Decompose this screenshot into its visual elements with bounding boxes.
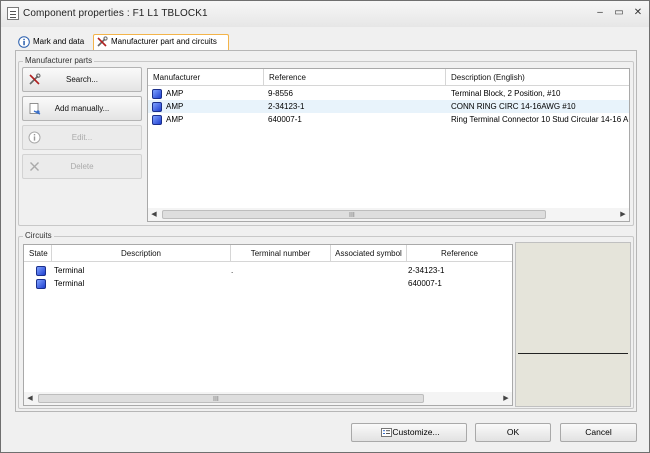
cell-reference: 9-8556 [268,89,293,98]
add-manually-button[interactable]: Add manually... [22,96,142,121]
document-icon [7,7,19,20]
scroll-right-arrow-icon[interactable]: ▶ [500,392,512,405]
cell-description: CONN RING CIRC 14-16AWG #10 [451,102,576,111]
cell-terminal-number [231,277,326,290]
column-header-state[interactable]: State [24,245,52,262]
column-header-reference[interactable]: Reference [407,245,512,262]
table-header: State Description Terminal number Associ… [24,245,512,262]
scroll-grip-icon: III [213,396,219,403]
scroll-right-arrow-icon[interactable]: ▶ [617,208,629,221]
scroll-grip-icon: III [349,212,355,219]
preview-symbol-line [518,353,628,354]
cell-description: Terminal Block, 2 Position, #10 [451,89,561,98]
manufacturer-parts-table[interactable]: Manufacturer Reference Description (Engl… [147,68,630,222]
cell-manufacturer: AMP [166,115,184,124]
scroll-thumb[interactable]: III [162,210,546,219]
column-header-associated-symbol[interactable]: Associated symbol [331,245,407,262]
column-header-description[interactable]: Description [52,245,231,262]
delete-icon [30,162,39,171]
tools-icon [97,36,108,47]
window-title: Component properties : F1 L1 TBLOCK1 [23,8,208,19]
group-label: Circuits [23,231,54,240]
component-properties-dialog: Component properties : F1 L1 TBLOCK1 – ▭… [0,0,650,453]
table-header: Manufacturer Reference Description (Engl… [148,69,629,86]
customize-button[interactable]: Customize... [351,423,467,442]
ok-button[interactable]: OK [475,423,551,442]
customize-icon [381,428,392,437]
column-header-terminal-number[interactable]: Terminal number [231,245,331,262]
scroll-left-arrow-icon[interactable]: ◀ [24,392,36,405]
cell-manufacturer: AMP [166,89,184,98]
table-row[interactable]: AMP 640007-1 Ring Terminal Connector 10 … [148,113,629,126]
delete-button[interactable]: Delete [22,154,142,179]
button-label: OK [506,427,520,437]
search-button[interactable]: Search... [22,67,142,92]
symbol-preview-panel [515,242,631,407]
table-row[interactable]: AMP 2-34123-1 CONN RING CIRC 14-16AWG #1… [148,100,629,113]
add-manual-icon [29,103,41,115]
maximize-button[interactable]: ▭ [612,6,626,20]
edit-button[interactable]: Edit... [22,125,142,150]
part-icon [152,102,162,112]
cell-description: Terminal [54,279,85,288]
scroll-thumb[interactable]: III [38,394,424,403]
column-header-reference[interactable]: Reference [264,69,446,86]
cell-reference: 2-34123-1 [268,102,305,111]
minimize-button[interactable]: – [593,6,607,20]
button-label: Edit... [71,133,93,142]
cell-associated-symbol [334,264,404,277]
tab-manufacturer-part-and-circuits[interactable]: Manufacturer part and circuits [93,34,229,50]
button-label: Delete [70,162,94,171]
circuit-state-icon [36,266,46,276]
cell-reference: 640007-1 [268,115,302,124]
column-header-description[interactable]: Description (English) [446,69,629,86]
button-label: Add manually... [54,104,110,113]
cell-description: Ring Terminal Connector 10 Stud Circular… [451,115,629,124]
button-label: Search... [65,75,98,84]
cell-associated-symbol [334,277,404,290]
table-row[interactable]: Terminal . 2-34123-1 [24,264,512,277]
tab-label: Manufacturer part and circuits [111,37,217,46]
horizontal-scrollbar[interactable]: ◀ III ▶ [24,392,512,405]
group-label: Manufacturer parts [23,56,95,65]
table-row[interactable]: AMP 9-8556 Terminal Block, 2 Position, #… [148,87,629,100]
close-button[interactable]: ✕ [631,6,645,20]
tab-label: Mark and data [33,37,85,46]
tools-icon [29,73,41,85]
cell-description: Terminal [54,266,85,275]
part-icon [152,89,162,99]
column-header-manufacturer[interactable]: Manufacturer [148,69,264,86]
circuits-table[interactable]: State Description Terminal number Associ… [23,244,513,406]
part-icon [152,115,162,125]
cancel-button[interactable]: Cancel [560,423,637,442]
info-icon [28,131,41,144]
circuit-state-icon [36,279,46,289]
table-row[interactable]: Terminal 640007-1 [24,277,512,290]
cell-reference: 640007-1 [408,279,442,288]
cell-terminal-number: . [231,266,234,275]
cell-reference: 2-34123-1 [408,266,445,275]
button-label: Cancel [585,427,612,437]
info-icon [18,36,30,48]
scroll-left-arrow-icon[interactable]: ◀ [148,208,160,221]
horizontal-scrollbar[interactable]: ◀ III ▶ [148,208,629,221]
title-bar[interactable]: Component properties : F1 L1 TBLOCK1 – ▭… [1,1,649,27]
tab-mark-and-data[interactable]: Mark and data [16,35,91,50]
cell-manufacturer: AMP [166,102,184,111]
